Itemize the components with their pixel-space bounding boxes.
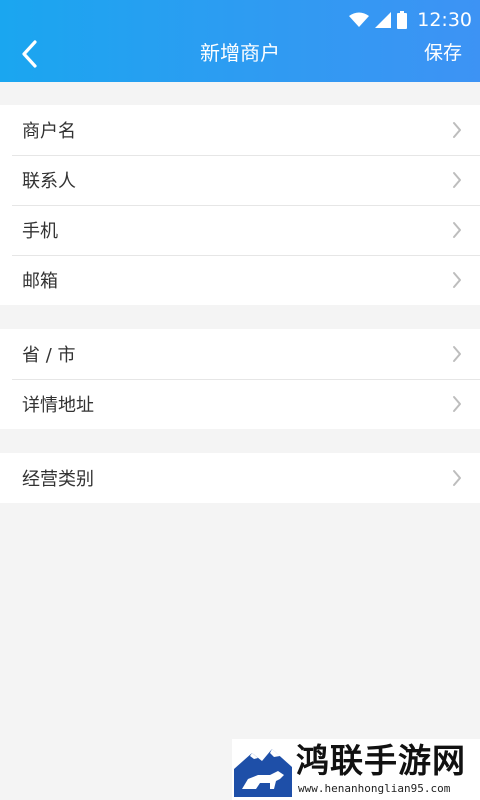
- chevron-right-icon: [453, 346, 461, 362]
- back-button[interactable]: [12, 36, 48, 72]
- row-label: 省 / 市: [22, 345, 76, 366]
- business-category-group: 经营类别: [0, 453, 480, 503]
- row-label: 手机: [22, 221, 58, 242]
- watermark-logo-icon: [234, 741, 292, 797]
- row-contact-person[interactable]: 联系人: [0, 155, 480, 205]
- chevron-right-icon: [453, 470, 461, 486]
- row-province-city[interactable]: 省 / 市: [0, 329, 480, 379]
- watermark: 鸿联手游网 www.henanhonglian95.com: [232, 739, 480, 800]
- row-label: 经营类别: [22, 469, 94, 490]
- row-label: 商户名: [22, 121, 76, 142]
- wifi-icon: [349, 12, 370, 27]
- battery-icon: [397, 11, 408, 29]
- row-merchant-name[interactable]: 商户名: [0, 105, 480, 155]
- row-label: 详情地址: [22, 395, 94, 416]
- chevron-right-icon: [453, 122, 461, 138]
- status-bar: 12:30: [349, 0, 480, 40]
- row-business-category[interactable]: 经营类别: [0, 453, 480, 503]
- chevron-left-icon: [22, 40, 37, 68]
- chevron-right-icon: [453, 172, 461, 188]
- address-group: 省 / 市 详情地址: [0, 329, 480, 429]
- chevron-right-icon: [453, 396, 461, 412]
- app-header: 12:30 新增商户 保存: [0, 0, 480, 82]
- status-time: 12:30: [417, 9, 472, 31]
- chevron-right-icon: [453, 272, 461, 288]
- row-label: 联系人: [22, 171, 76, 192]
- page-title: 新增商户: [200, 41, 280, 65]
- watermark-title: 鸿联手游网: [296, 741, 466, 780]
- row-detail-address[interactable]: 详情地址: [0, 379, 480, 429]
- signal-icon: [375, 12, 392, 28]
- row-email[interactable]: 邮箱: [0, 255, 480, 305]
- save-button[interactable]: 保存: [424, 38, 462, 68]
- watermark-url: www.henanhonglian95.com: [298, 782, 451, 795]
- chevron-right-icon: [453, 222, 461, 238]
- row-label: 邮箱: [22, 271, 58, 292]
- merchant-info-group: 商户名 联系人 手机 邮箱: [0, 105, 480, 305]
- row-phone[interactable]: 手机: [0, 205, 480, 255]
